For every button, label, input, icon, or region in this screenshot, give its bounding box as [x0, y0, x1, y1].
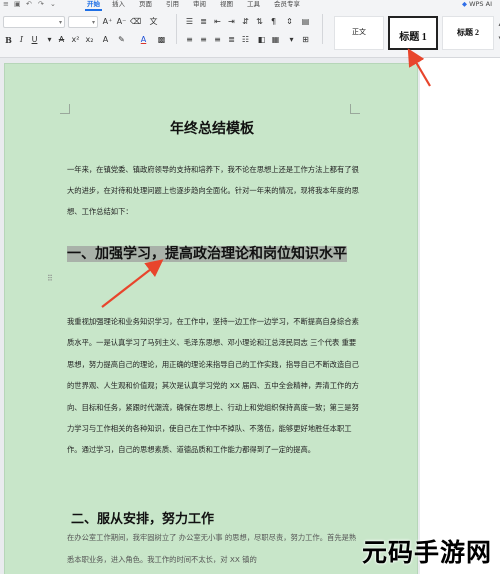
strikethrough-icon[interactable]: A [56, 34, 67, 46]
tab-review[interactable]: 审阅 [193, 0, 206, 9]
decrease-indent-icon[interactable]: ⇤ [212, 16, 223, 28]
save-icon[interactable]: ▣ [14, 0, 21, 9]
align-center-icon[interactable]: ≡ [198, 34, 209, 46]
clear-format-icon[interactable]: ⌫ [130, 16, 141, 28]
styles-gallery: 正文 标题 1 标题 2 ▴ ▾ [330, 14, 500, 54]
chevron-down-icon[interactable]: ▾ [286, 34, 297, 46]
divider [322, 14, 323, 44]
border-icon[interactable]: ▦ [270, 34, 281, 46]
font-family-select[interactable]: ▾ [3, 16, 65, 28]
shrink-font-icon[interactable]: A⁻ [116, 16, 127, 28]
undo-icon[interactable]: ↶ [26, 0, 32, 9]
toolbar-ribbon: ≡ ▣ ↶ ↷ ⌄ 开始 插入 页面 引用 审阅 视图 工具 会员专享 ◆ WP… [0, 0, 500, 58]
style-heading1-button[interactable]: 标题 1 [388, 16, 438, 50]
watermark-text: 元码手游网 [361, 538, 492, 567]
tab-page[interactable]: 页面 [139, 0, 152, 9]
distribute-icon[interactable]: ☷ [240, 34, 251, 46]
tab-insert[interactable]: 插入 [112, 0, 125, 9]
right-margin-pane [420, 58, 500, 574]
document-area: 年终总结模板 一年来，在镇党委、镇政府领导的支持和培养下，我不论在思想上还是工作… [0, 58, 500, 574]
show-marks-icon[interactable]: ¶ [268, 16, 279, 28]
wps-ai-label: WPS AI [469, 0, 492, 8]
style-heading2-button[interactable]: 标题 2 [442, 16, 494, 50]
margin-mark [60, 104, 70, 114]
wps-ai-button[interactable]: ◆ WPS AI [462, 0, 492, 9]
tab-references[interactable]: 引用 [166, 0, 179, 9]
font-color-icon[interactable]: A [138, 34, 149, 46]
align-right-icon[interactable]: ≡ [212, 34, 223, 46]
font-size-select[interactable]: ▾ [68, 16, 98, 28]
highlight-icon[interactable]: ✎ [116, 34, 127, 46]
increase-indent-icon[interactable]: ⇥ [226, 16, 237, 28]
italic-icon[interactable]: I [16, 34, 27, 46]
shading-icon[interactable]: ◧ [256, 34, 267, 46]
subscript-icon[interactable]: x₂ [84, 34, 95, 46]
sort-icon[interactable]: ⇅ [254, 16, 265, 28]
align-left-icon[interactable]: ≡ [184, 34, 195, 46]
tab-tools[interactable]: 工具 [247, 0, 260, 9]
chinese-layout-icon[interactable]: ⇵ [240, 16, 251, 28]
justify-icon[interactable]: ≣ [226, 34, 237, 46]
redo-icon[interactable]: ↷ [38, 0, 44, 9]
heading-2: 二、服从安排，努力工作 [71, 512, 215, 527]
app-menu-icon[interactable]: ≡ [3, 0, 9, 9]
document-title: 年终总结模板 [170, 121, 254, 137]
style-heading1-label: 标题 1 [399, 32, 427, 43]
section-1-paragraph: 我重视加强理论和业务知识学习，在工作中，坚持一边工作一边学习，不断提高自身综合素… [67, 317, 359, 455]
drag-handle-icon[interactable]: ⠿ [47, 274, 53, 283]
style-normal-label: 正文 [352, 28, 366, 36]
superscript-icon[interactable]: x² [70, 34, 81, 46]
tab-member[interactable]: 会员专享 [274, 0, 300, 9]
style-heading2-label: 标题 2 [457, 28, 479, 37]
divider [176, 14, 177, 44]
wps-ai-icon: ◆ [462, 0, 467, 8]
tab-home[interactable]: 开始 [85, 0, 102, 11]
document-page[interactable]: 年终总结模板 一年来，在镇党委、镇政府领导的支持和培养下，我不论在思想上还是工作… [4, 63, 418, 574]
paragraph-settings-icon[interactable]: ▤ [300, 16, 311, 28]
text-effect-icon[interactable]: A [100, 34, 111, 46]
intro-paragraph: 一年来，在镇党委、镇政府领导的支持和培养下，我不论在思想上还是工作方法上都有了很… [67, 165, 359, 216]
chevron-down-icon: ▾ [91, 19, 95, 26]
tab-view[interactable]: 视图 [220, 0, 233, 9]
style-normal-button[interactable]: 正文 [334, 16, 384, 50]
bold-icon[interactable]: B [3, 34, 14, 46]
margin-mark [350, 104, 360, 114]
line-spacing-icon[interactable]: ⇕ [284, 16, 295, 28]
section-2-paragraph: 在办公室工作期间，我牢固树立了 办公室无小事 的思想，尽职尽责，努力工作。首先是… [67, 533, 357, 564]
ribbon-tab-bar: ≡ ▣ ↶ ↷ ⌄ 开始 插入 页面 引用 审阅 视图 工具 会员专享 ◆ WP… [0, 0, 500, 11]
underline-icon[interactable]: U [29, 34, 40, 46]
site-watermark: 元码手游网 [358, 527, 500, 574]
chevron-down-icon[interactable]: ▾ [44, 34, 55, 46]
chevron-down-icon: ▾ [58, 19, 62, 26]
grow-font-icon[interactable]: A⁺ [102, 16, 113, 28]
chevron-down-icon[interactable]: ⌄ [50, 0, 56, 9]
heading-1-text: 一、加强学习，提高政治理论和岗位知识水平 [67, 246, 347, 262]
bullet-list-icon[interactable]: ☰ [184, 16, 195, 28]
selected-heading-1[interactable]: 一、加强学习，提高政治理论和岗位知识水平 [67, 243, 363, 266]
phonetic-icon[interactable]: 文 [148, 16, 159, 28]
table-icon[interactable]: ⊞ [300, 34, 311, 46]
numbered-list-icon[interactable]: ≣ [198, 16, 209, 28]
char-shading-icon[interactable]: ▩ [156, 34, 167, 46]
